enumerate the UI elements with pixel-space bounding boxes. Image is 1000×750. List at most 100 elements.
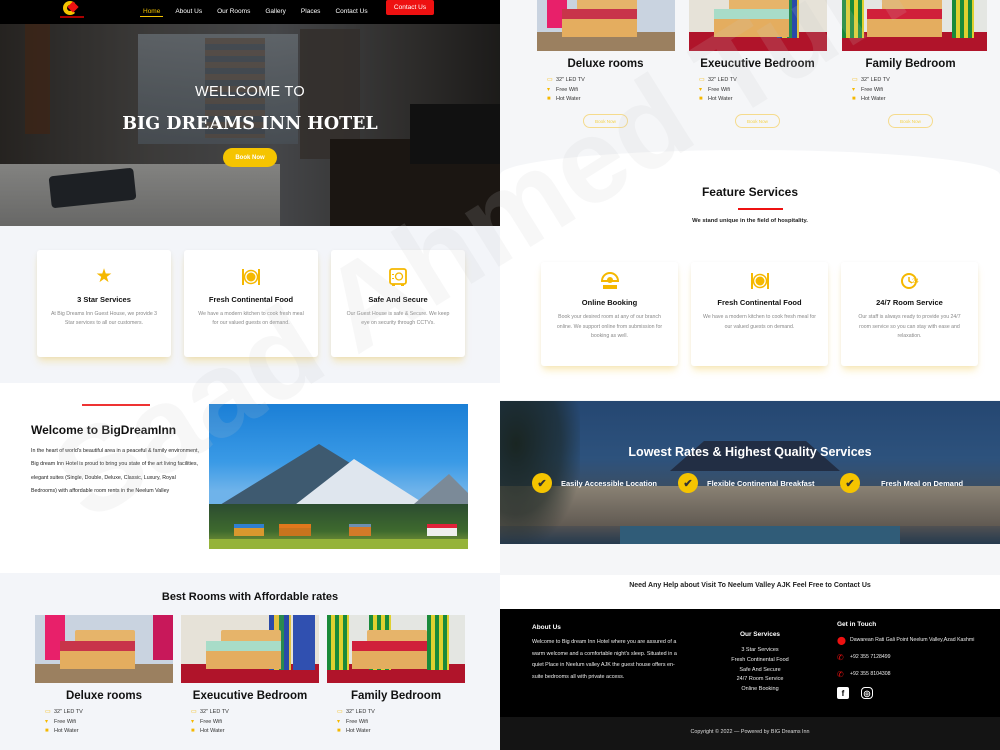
contact-us-button[interactable]: Contact Us xyxy=(386,0,434,15)
hot-water-icon: ■ xyxy=(547,96,551,103)
feature-text: 32" LED TV xyxy=(200,709,229,715)
room-image-deluxe[interactable] xyxy=(35,615,173,683)
feature-text: Hot Water xyxy=(346,728,371,735)
plate-icon xyxy=(749,270,771,292)
tv-icon: ▭ xyxy=(852,77,858,83)
left-page-column: Home About Us Our Rooms Gallery Places C… xyxy=(0,0,500,750)
footer-contact: Get in Touch ⬤ Dawarean Rati Gali Point N… xyxy=(837,621,987,699)
wifi-icon: ▾ xyxy=(852,86,856,93)
feature-card: 24 24/7 Room Service Our staff is always… xyxy=(841,262,978,366)
benefit-item: ✔ Easily Accessible Location xyxy=(532,473,657,493)
room-image-family[interactable] xyxy=(327,615,465,683)
tv-icon: ▭ xyxy=(191,709,197,715)
contact-phone[interactable]: ✆ +92 355 7128499 xyxy=(837,653,987,662)
feature-text: Free Wifi xyxy=(346,718,368,725)
contact-phone[interactable]: ✆ +92 355 8104308 xyxy=(837,670,987,679)
room-image-deluxe[interactable] xyxy=(537,0,675,51)
facebook-icon[interactable]: f xyxy=(837,687,849,699)
footer-service-link[interactable]: Safe And Secure xyxy=(710,666,810,676)
room-curtain xyxy=(153,615,173,660)
nav-link-gallery[interactable]: Gallery xyxy=(265,0,286,24)
bed-sheet xyxy=(60,641,135,651)
room-curtain xyxy=(293,615,315,670)
feature-text: 32" LED TV xyxy=(861,77,890,83)
help-section: Need Any Help about Visit To Neelum Vall… xyxy=(500,575,1000,610)
feature-text: Hot Water xyxy=(708,96,733,103)
room-card: Deluxe rooms ▭ 32" LED TV ▾ Free Wifi ■ Hot… xyxy=(35,615,173,737)
room-name: Deluxe rooms xyxy=(65,690,143,702)
wifi-icon: ▾ xyxy=(191,718,195,725)
room-features: ▭ 32" LED TV ▾ Free Wifi ■ Hot Water xyxy=(337,708,465,737)
footer-service-link[interactable]: Online Booking xyxy=(710,685,810,695)
hotel-logo[interactable] xyxy=(60,1,84,21)
section-divider xyxy=(82,404,150,406)
nav-link-about-us[interactable]: About Us xyxy=(175,0,202,24)
wifi-icon: ▾ xyxy=(45,718,49,725)
room-name: Exeucutive Bedroom xyxy=(192,690,308,702)
service-card: ★ 3 Star Services At Big Dreams Inn Gues… xyxy=(37,250,171,357)
hero-banner: WELLCOME TO BIG DREAMS INN HOTEL Book No… xyxy=(0,24,500,226)
check-icon: ✔ xyxy=(532,473,552,493)
footer-service-link[interactable]: Fresh Continental Food xyxy=(710,656,810,666)
bed-sheet xyxy=(867,9,942,19)
service-title: 3 Star Services xyxy=(77,295,131,304)
hot-water-icon: ■ xyxy=(699,96,703,103)
nav-link-our-rooms[interactable]: Our Rooms xyxy=(217,0,250,24)
house-shape xyxy=(349,524,371,536)
hot-water-icon: ■ xyxy=(852,96,856,103)
footer: About Us Welcome to Big dream Inn Hotel … xyxy=(500,609,1000,717)
services-row: ★ 3 Star Services At Big Dreams Inn Gues… xyxy=(37,250,465,357)
room-image-executive[interactable] xyxy=(689,0,827,51)
bed-sheet xyxy=(352,641,427,651)
phone-text: +92 355 7128499 xyxy=(850,654,891,660)
room-name: Family Bedroom xyxy=(865,58,956,70)
feature-card: Online Booking Book your desired room at… xyxy=(541,262,678,366)
nav-links: Home About Us Our Rooms Gallery Places C… xyxy=(139,0,383,24)
feature-text: Hot Water xyxy=(54,728,79,735)
rooms-section-title: Best Rooms with Affordable rates xyxy=(161,591,339,603)
book-now-button[interactable]: Book Now xyxy=(583,114,628,129)
footer-service-link[interactable]: 3 Star Services xyxy=(710,646,810,656)
book-now-button[interactable]: Book Now xyxy=(888,114,933,129)
wifi-icon: ▾ xyxy=(547,86,551,93)
book-now-button[interactable]: Book Now xyxy=(735,114,780,129)
tv-icon: ▭ xyxy=(45,709,51,715)
nav-link-home[interactable]: Home xyxy=(139,0,164,24)
footer-about-text: Welcome to Big dream Inn Hotel where you… xyxy=(532,639,677,681)
room-card: Family Bedroom ▭ 32" LED TV ▾ Free Wifi ■ H… xyxy=(327,615,465,737)
service-title: Safe And Secure xyxy=(368,295,428,304)
nav-link-contact-us[interactable]: Contact Us xyxy=(335,0,367,24)
feature-text: Hot Water xyxy=(861,96,886,103)
copyright-bar: Copyright © 2022 — Powered by BIG Dreams… xyxy=(500,717,1000,750)
room-features: ▭ 32" LED TV ▾ Free Wifi ■ Hot Water xyxy=(547,76,674,105)
feature-card: Fresh Continental Food We have a modern … xyxy=(691,262,828,366)
room-card: Exeucutive Bedroom ▭ 32" LED TV ▾ Free Wif… xyxy=(181,615,319,737)
nav-link-places[interactable]: Places xyxy=(301,0,321,24)
feature-title: 24/7 Room Service xyxy=(876,298,943,307)
feature-title: Online Booking xyxy=(581,298,638,307)
grass-shape xyxy=(209,539,468,549)
feature-text: Hot Water xyxy=(556,96,581,103)
online-booking-icon xyxy=(599,270,621,292)
feature-text: 32" LED TV xyxy=(54,709,83,715)
footer-service-link[interactable]: 24/7 Room Service xyxy=(710,675,810,685)
hero-welcome-text: WELLCOME TO xyxy=(195,84,305,100)
footer-about-title: About Us xyxy=(532,624,561,631)
hot-water-icon: ■ xyxy=(45,728,49,735)
hero-book-now-button[interactable]: Book Now xyxy=(223,148,277,167)
room-image-family[interactable] xyxy=(842,0,987,51)
room-card: Exeucutive Bedroom ▭ 32" LED TV ▾ Free Wif… xyxy=(689,0,827,129)
footer-services-title: Our Services xyxy=(739,631,781,638)
footer-about: About Us Welcome to Big dream Inn Hotel … xyxy=(532,624,682,684)
room-features: ▭ 32" LED TV ▾ Free Wifi ■ Hot Water xyxy=(191,708,319,737)
instagram-icon[interactable]: ◎ xyxy=(861,687,873,699)
service-desc: At Big Dreams Inn Guest House, we provid… xyxy=(50,311,158,327)
room-image-executive[interactable] xyxy=(181,615,319,683)
welcome-text: In the heart of world's beautiful area i… xyxy=(31,448,199,494)
rooms-list: Deluxe rooms ▭ 32" LED TV ▾ Free Wifi ■ Hot… xyxy=(35,615,465,737)
house-shape xyxy=(427,524,457,536)
feature-desc: Our staff is always ready to provide you… xyxy=(858,314,961,340)
bed-sheet xyxy=(562,9,637,19)
contact-address: ⬤ Dawarean Rati Gali Point Neelum Valley,… xyxy=(837,636,987,645)
check-icon: ✔ xyxy=(840,473,860,493)
